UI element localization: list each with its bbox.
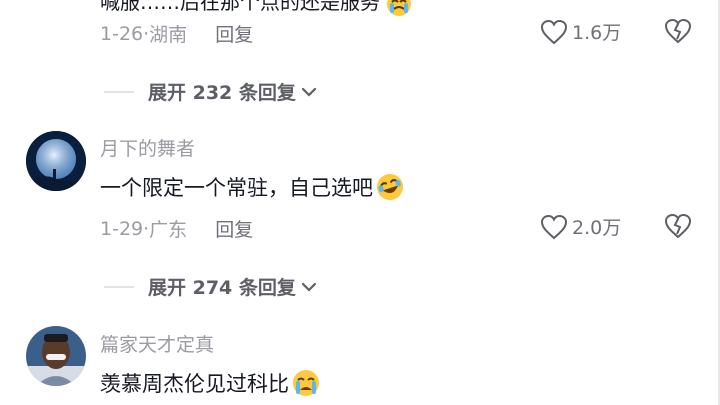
username[interactable]: 月下的舞者	[100, 134, 195, 161]
crying-emoji-icon	[293, 370, 319, 396]
chevron-down-icon	[301, 87, 316, 97]
comment-date: 1-29	[100, 217, 144, 240]
comment-location: 广东	[149, 219, 188, 241]
comment-meta: 1-29 · 广东 回复	[100, 215, 253, 242]
username[interactable]: 篇家天才定真	[100, 330, 214, 357]
avatar[interactable]	[26, 326, 86, 386]
divider	[104, 285, 134, 288]
like-count: 2.0万	[572, 217, 622, 239]
crying-emoji-icon	[387, 0, 412, 16]
expand-replies-button[interactable]: 展开 232 条回复	[104, 78, 318, 105]
comment-text: 羡慕周杰伦见过科比	[100, 368, 321, 398]
broken-heart-icon	[664, 18, 692, 44]
like-button[interactable]: 2.0万	[540, 213, 621, 240]
comment-meta: 1-26 · 湖南 回复	[100, 20, 253, 47]
heart-icon	[540, 214, 568, 239]
dislike-button[interactable]	[664, 18, 692, 48]
reply-button[interactable]: 回复	[215, 20, 253, 47]
comment-location: 湖南	[149, 24, 188, 46]
comment-panel: 喊服……后在那个点的还是服务 1-26 · 湖南 回复 1.6万 展开 232 …	[0, 0, 720, 405]
heart-icon	[540, 19, 568, 44]
dislike-button[interactable]	[664, 213, 692, 243]
comment-text: 一个限定一个常驻，自己选吧	[100, 172, 405, 202]
expand-replies-button[interactable]: 展开 274 条回复	[104, 273, 318, 300]
comment-text: 喊服……后在那个点的还是服务	[100, 0, 412, 17]
like-button[interactable]: 1.6万	[540, 18, 621, 45]
expand-replies-label: 展开 232 条回复	[148, 82, 296, 104]
broken-heart-icon	[664, 213, 692, 239]
divider	[104, 90, 134, 93]
reply-button[interactable]: 回复	[215, 215, 253, 242]
expand-replies-label: 展开 274 条回复	[148, 277, 296, 299]
laughing-emoji-icon	[377, 174, 403, 200]
avatar[interactable]	[26, 131, 86, 191]
like-count: 1.6万	[572, 22, 622, 44]
comment-date: 1-26	[100, 22, 144, 45]
chevron-down-icon	[301, 282, 316, 292]
